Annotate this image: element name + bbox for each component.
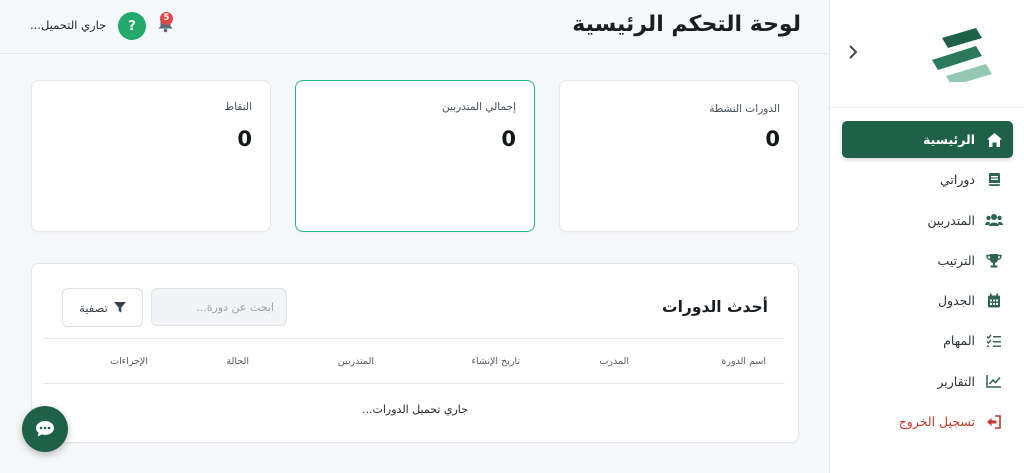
chat-icon	[36, 421, 54, 437]
stat-card-total-trainees: إجمالي المتدربين 0	[295, 80, 535, 232]
sign-out-icon	[985, 413, 1003, 431]
chart-line-icon	[985, 372, 1003, 390]
page-title: لوحة التحكم الرئيسية	[572, 12, 801, 37]
sidebar-item-home[interactable]: الرئيسية	[842, 121, 1013, 158]
column-header-trainer[interactable]: المدرب	[599, 356, 629, 367]
sidebar-nav: الرئيسية دوراتي المتدربين الترتيب الجدول	[842, 121, 1013, 443]
filter-icon	[113, 302, 126, 313]
latest-courses-panel: أحدث الدورات تصفية اسم الدورة المدرب تار…	[31, 263, 799, 443]
sidebar-collapse-button[interactable]	[846, 42, 860, 62]
sidebar-item-trainees[interactable]: المتدربين	[842, 202, 1013, 239]
help-button[interactable]: ?	[118, 12, 146, 40]
column-header-created-date[interactable]: تاريخ الإنشاء	[472, 356, 520, 367]
sidebar-header	[830, 0, 1024, 108]
filter-label: تصفية	[79, 300, 108, 315]
user-status-text: جاري التحميل...	[30, 18, 107, 32]
column-header-course-name[interactable]: اسم الدورة	[721, 356, 766, 367]
column-header-trainees[interactable]: المتدربين	[338, 356, 374, 367]
trophy-icon	[985, 251, 1003, 269]
stat-label: إجمالي المتدربين	[442, 101, 516, 113]
top-header: لوحة التحكم الرئيسية 5 ? جاري التحميل...	[0, 0, 829, 54]
sidebar-item-logout[interactable]: تسجيل الخروج	[842, 403, 1013, 440]
stat-label: الدورات النشطة	[709, 103, 780, 115]
sidebar-item-ranking[interactable]: الترتيب	[842, 242, 1013, 279]
stat-card-active-courses: الدورات النشطة 0	[559, 80, 799, 232]
sidebar-item-label: الجدول	[937, 293, 975, 309]
sidebar-item-schedule[interactable]: الجدول	[842, 282, 1013, 319]
calendar-icon	[985, 292, 1003, 310]
sidebar-item-label: تسجيل الخروج	[898, 414, 975, 430]
sidebar-item-label: دوراتي	[939, 172, 975, 188]
sidebar-item-label: المهام	[943, 333, 975, 349]
panel-title: أحدث الدورات	[662, 298, 768, 316]
sidebar-item-label: الترتيب	[937, 252, 975, 268]
stat-value: 0	[237, 127, 252, 151]
filter-button[interactable]: تصفية	[62, 288, 143, 327]
stat-label: النقاط	[224, 101, 252, 113]
sidebar-item-label: التقارير	[937, 373, 975, 389]
home-icon	[985, 131, 1003, 149]
course-search-input[interactable]	[151, 288, 287, 326]
column-header-actions[interactable]: الإجراءات	[110, 356, 148, 367]
question-icon: ?	[128, 18, 136, 34]
column-header-status[interactable]: الحالة	[226, 356, 249, 367]
chat-button[interactable]	[22, 406, 68, 452]
sidebar-item-reports[interactable]: التقارير	[842, 363, 1013, 400]
tasks-icon	[985, 332, 1003, 350]
users-icon	[985, 211, 1003, 229]
sidebar-item-label: الرئيسية	[923, 132, 975, 147]
sidebar-item-label: المتدربين	[927, 212, 975, 228]
stat-card-points: النقاط 0	[31, 80, 271, 232]
sidebar-item-tasks[interactable]: المهام	[842, 322, 1013, 359]
stat-value: 0	[765, 127, 780, 151]
sidebar: الرئيسية دوراتي المتدربين الترتيب الجدول	[829, 0, 1024, 473]
book-icon	[985, 171, 1003, 189]
stat-value: 0	[501, 127, 516, 151]
table-loading-text: جاري تحميل الدورات...	[362, 403, 468, 416]
chevron-right-icon	[849, 45, 858, 59]
logo	[932, 28, 992, 82]
table-header: اسم الدورة المدرب تاريخ الإنشاء المتدربي…	[43, 338, 785, 384]
notification-count-badge: 5	[160, 12, 173, 25]
sidebar-item-my-courses[interactable]: دوراتي	[842, 161, 1013, 198]
notifications-button[interactable]: 5	[157, 12, 175, 33]
